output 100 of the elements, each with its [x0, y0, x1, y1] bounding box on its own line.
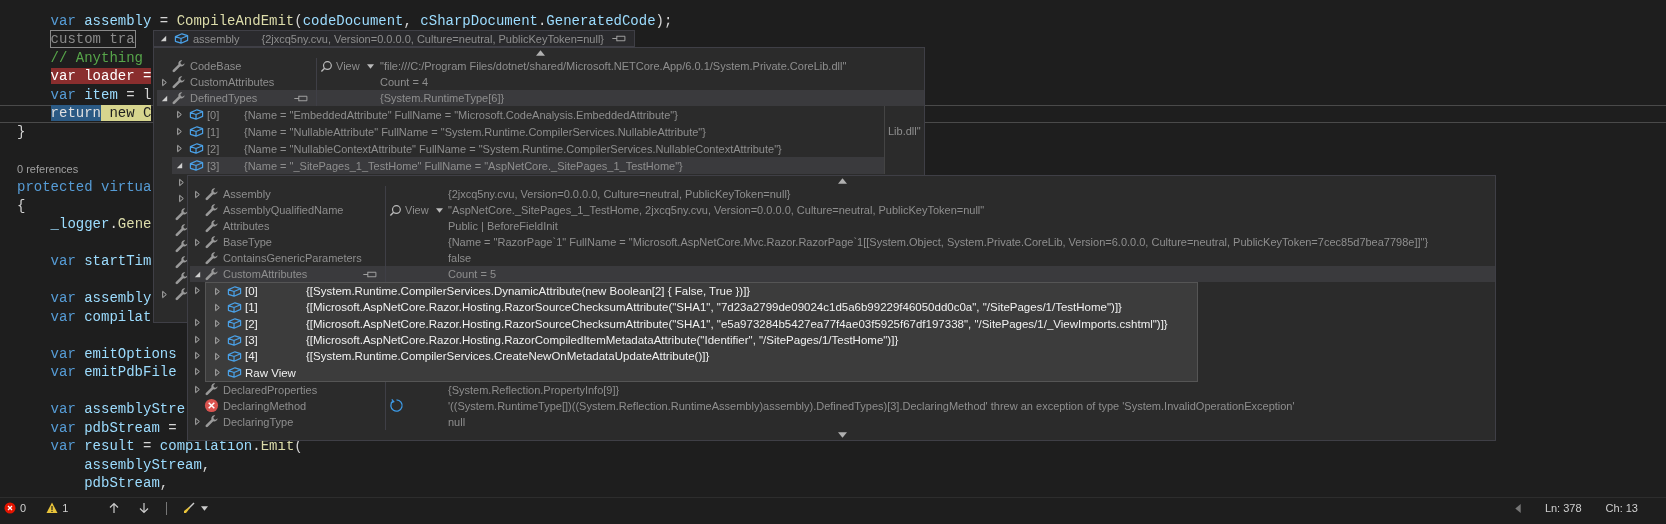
- property-value: "AspNetCore._SitePages_1_TestHome, 2jxcq5ny.cvu, Version=0.0.0.0, Culture=neutral, PublicKeyToken=null": [448, 204, 985, 216]
- list-item[interactable]: [0] {Name = "EmbeddedAttribute" FullName = "Microsoft.CodeAnalysis.EmbeddedAttribute"}: [172, 106, 884, 123]
- warning-count[interactable]: 1: [62, 502, 69, 514]
- property-name: DeclaringType: [223, 415, 294, 428]
- property-row[interactable]: Attributes Public | BeforeFieldInit: [190, 218, 1495, 234]
- code-line: var emitPdbFile: [49, 364, 177, 382]
- list-item[interactable]: Raw View: [206, 364, 1197, 381]
- caret-icon[interactable]: [201, 505, 209, 511]
- scroll-down-icon[interactable]: [838, 432, 847, 438]
- list-item[interactable]: [2] {Name = "NullableContextAttribute" FullName = "System.Runtime.CompilerServices.NullableContextAttribute"}: [172, 140, 884, 157]
- code-line: var assemblyStre: [49, 401, 186, 419]
- item-value: {Name = "NullableAttribute" FullName = "System.Runtime.CompilerServices.NullableAttribute"}: [244, 125, 706, 138]
- item-value: {[Microsoft.AspNetCore.Razor.Hosting.RazorSourceChecksumAttribute("SHA1", "7d23a2799de09024c1d5a6b99229f46050dd0c0a", "/SitePages/1/TestHome")]}: [306, 301, 1123, 314]
- pin-icon[interactable]: [611, 34, 628, 43]
- property-row[interactable]: DeclaredProperties {System.Reflection.PropertyInfo[9]}: [190, 381, 1495, 398]
- property-row[interactable]: AssemblyQualifiedName View "AspNetCore._SitePages_1_TestHome, 2jxcq5ny.cvu, Version=0.0.0.0, Culture=neutral, PublicKeyToken=null": [190, 202, 1495, 218]
- caret-right-icon[interactable]: [159, 289, 169, 299]
- code-line: protected virtua: [17, 179, 152, 197]
- wrench-icon: [204, 186, 219, 202]
- code-line: pdbStream,: [83, 475, 169, 493]
- item-index: [3]: [245, 334, 258, 347]
- cube-icon: [189, 158, 204, 173]
- caret-down-icon[interactable]: [174, 161, 184, 170]
- property-value: "file:///C:/Program Files/dotnet/shared/Microsoft.NETCore.App/6.0.1/System.Private.CoreLib.dll": [380, 60, 847, 72]
- list-item[interactable]: [3] {[Microsoft.AspNetCore.Razor.Hosting.RazorCompiledItemMetadataAttribute("Identifier", "/SitePages/1/TestHome")]}: [206, 331, 1197, 349]
- caret-right-icon[interactable]: [174, 144, 184, 153]
- code-line: return new C: [49, 105, 152, 123]
- cube-icon: [189, 141, 204, 156]
- error-count[interactable]: 0: [20, 502, 27, 514]
- pin-icon[interactable]: [362, 269, 379, 279]
- caret-right-icon[interactable]: [174, 110, 184, 119]
- list-item[interactable]: [1] {[Microsoft.AspNetCore.Razor.Hosting.RazorSourceChecksumAttribute("SHA1", "7d23a2799de09024c1d5a6b99229f46050dd0c0a", "/SitePages/1/TestHome")]}: [206, 299, 1197, 316]
- scroll-up-icon[interactable]: [838, 178, 847, 184]
- wrench-icon: [174, 206, 189, 222]
- item-index: [0]: [207, 108, 221, 121]
- error-icon[interactable]: [4, 502, 16, 514]
- caret-right-icon[interactable]: [192, 417, 202, 427]
- wrench-icon: [174, 270, 189, 286]
- property-value: false: [448, 252, 472, 264]
- cube-icon: [189, 107, 204, 122]
- line-number[interactable]: Ln: 378: [1544, 502, 1582, 514]
- cube-icon: [189, 124, 204, 139]
- property-value: {System.Reflection.PropertyInfo[9]}: [448, 383, 620, 396]
- list-item[interactable]: [4] {[System.Runtime.CompilerServices.CreateNewOnMetadataUpdateAttribute()]}: [206, 348, 1197, 365]
- property-row[interactable]: BaseType {Name = "RazorPage`1" FullName = "Microsoft.AspNetCore.Mvc.Razor.RazorPage`1[[System.Object, System.Private.CoreLib, Version=6.0.0.0, Culture=neutral, PublicKeyToken=7cec85d7bea7798e]]"}: [190, 234, 1495, 250]
- codelens-link[interactable]: 0 references: [17, 163, 79, 176]
- cube-icon: [174, 31, 189, 46]
- list-item[interactable]: [3] {Name = "_SitePages_1_TestHome" FullName = "AspNetCore._SitePages_1_TestHome"}: [172, 157, 884, 174]
- value-fragment: Lib.dll": [887, 124, 921, 139]
- caret-icon: [366, 63, 374, 69]
- view-button[interactable]: View: [389, 203, 443, 217]
- scroll-up-icon[interactable]: [536, 50, 545, 56]
- caret-down-icon[interactable]: [159, 93, 169, 103]
- caret-right-icon[interactable]: [174, 127, 184, 136]
- caret-right-icon[interactable]: [159, 77, 169, 87]
- code-line: assemblyStream,: [83, 456, 211, 474]
- property-name: CustomAttributes: [190, 76, 275, 88]
- property-value: Count = 5: [448, 268, 496, 280]
- property-row[interactable]: Assembly {2jxcq5ny.cvu, Version=0.0.0.0, Culture=neutral, PublicKeyToken=null}: [190, 186, 1495, 202]
- caret-right-icon[interactable]: [192, 237, 202, 247]
- search-icon: [320, 59, 333, 73]
- caret-down-icon[interactable]: [158, 34, 168, 43]
- property-row[interactable]: CustomAttributes Count = 5: [190, 266, 1495, 282]
- arrow-up-icon[interactable]: [108, 502, 121, 514]
- brush-icon[interactable]: [183, 502, 196, 514]
- wrench-icon: [174, 254, 189, 270]
- column-number[interactable]: Ch: 13: [1605, 502, 1638, 514]
- scroll-left-icon[interactable]: [1514, 503, 1521, 513]
- wrench-icon: [204, 234, 219, 250]
- property-value: {Name = "RazorPage`1" FullName = "Microsoft.AspNetCore.Mvc.Razor.RazorPage`1[[System.Object, System.Private.CoreLib, Version=6.0.0.0, Culture=neutral, PublicKeyToken=7cec85d7bea7798e]]"}: [448, 236, 1429, 248]
- code-line: var item = l: [49, 86, 152, 104]
- list-item[interactable]: [0] {[System.Runtime.CompilerServices.DynamicAttribute(new Boolean[2] { False, True })]}: [206, 283, 1197, 300]
- list-item[interactable]: [2] {[Microsoft.AspNetCore.Razor.Hosting.RazorSourceChecksumAttribute("SHA1", "e5a973284b5427ea77f4ae03f5925f67df197338", "/SitePages/1/_ViewImports.cshtml")]}: [206, 315, 1197, 332]
- code-line: var compilat: [49, 308, 152, 326]
- cube-icon: [227, 365, 242, 381]
- property-value: '((System.RuntimeType[])((System.Reflection.RuntimeAssembly)assembly).DefinedTypes)[3].DeclaringMethod' threw an exception of type 'System.InvalidOperationException': [448, 399, 1295, 412]
- wrench-icon: [204, 202, 219, 218]
- datatip-header[interactable]: assembly {2jxcq5ny.cvu, Version=0.0.0.0, Culture=neutral, PublicKeyToken=null}: [153, 30, 635, 47]
- caret-down-icon[interactable]: [192, 269, 202, 279]
- property-row[interactable]: DeclaringMethod '((System.RuntimeType[])((System.Reflection.RuntimeAssembly)assembly).DefinedTypes)[3].DeclaringMethod' threw an exception of type 'System.InvalidOperationException': [190, 397, 1495, 414]
- warning-icon[interactable]: [46, 502, 59, 514]
- pin-icon[interactable]: [293, 93, 310, 103]
- item-value: {Name = "_SitePages_1_TestHome" FullName = "AspNetCore._SitePages_1_TestHome"}: [244, 159, 683, 172]
- cube-icon: [227, 316, 242, 332]
- property-row[interactable]: CodeBase View "file:///C:/Program Files/dotnet/shared/Microsoft.NETCore.App/6.0.1/System.Private.CoreLib.dll": [157, 58, 924, 74]
- caret-right-icon[interactable]: [192, 189, 202, 199]
- arrow-down-icon[interactable]: [138, 502, 151, 514]
- item-index: Raw View: [245, 366, 296, 379]
- view-button[interactable]: View: [320, 59, 374, 73]
- property-row[interactable]: DefinedTypes {System.RuntimeType[6]}: [157, 90, 924, 106]
- item-value: {[Microsoft.AspNetCore.Razor.Hosting.RazorCompiledItemMetadataAttribute("Identifier", "/SitePages/1/TestHome")]}: [306, 334, 900, 347]
- property-value: {2jxcq5ny.cvu, Version=0.0.0.0, Culture=neutral, PublicKeyToken=null}: [448, 188, 791, 200]
- wrench-icon: [171, 74, 186, 90]
- cube-icon: [227, 283, 242, 299]
- list-item[interactable]: [1] {Name = "NullableAttribute" FullName = "System.Runtime.CompilerServices.NullableAttribute"}: [172, 123, 884, 140]
- property-value: Count = 4: [380, 76, 428, 88]
- caret-right-icon[interactable]: [192, 385, 202, 395]
- property-name: CodeBase: [190, 60, 242, 72]
- property-row[interactable]: DeclaringType null: [190, 413, 1495, 430]
- refresh-icon[interactable]: [389, 398, 404, 414]
